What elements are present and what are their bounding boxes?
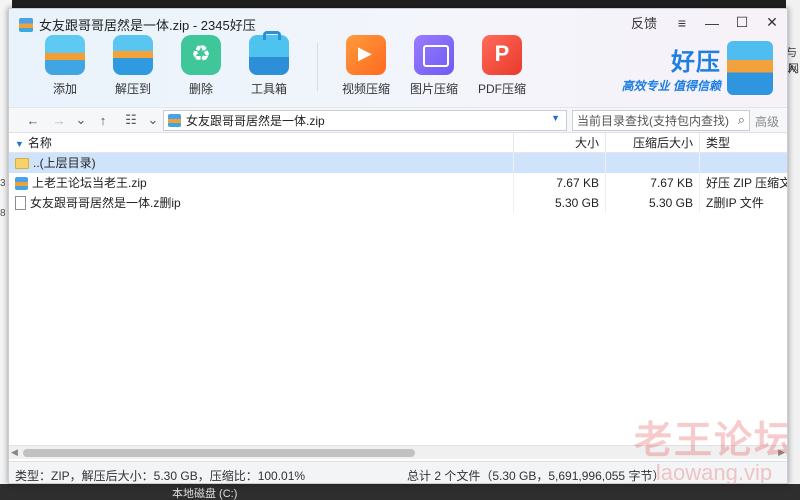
pdf-icon (482, 35, 522, 75)
row-name-cell: ..(上层目录) (9, 153, 514, 173)
folder-icon (15, 157, 29, 169)
path-combobox[interactable]: 女友跟哥哥居然是一体.zip ▼ (163, 110, 567, 131)
toolbar: 添加 解压到 删除 工具箱 视频压缩 图片压缩 (31, 31, 536, 97)
delete-button[interactable]: 删除 (167, 35, 235, 97)
title-bar: 女友跟哥哥居然是一体.zip - 2345好压 反馈 ≡ — ☐ ✕ 添加 解压… (9, 9, 787, 107)
minimize-button[interactable]: — (705, 15, 719, 31)
advanced-search-link[interactable]: 高级 (755, 113, 779, 130)
back-arrow-icon[interactable]: ← (23, 113, 43, 128)
app-icon (19, 17, 33, 32)
column-header-size[interactable]: 大小 (514, 133, 606, 153)
image-compress-label: 图片压缩 (409, 82, 458, 96)
file-name: ..(上层目录) (33, 156, 96, 170)
search-placeholder: 当前目录查找(支持包内查找) (577, 114, 729, 128)
view-chevron-down-icon[interactable]: ⌄ (143, 112, 163, 128)
path-dropdown-icon[interactable]: ▼ (551, 113, 560, 123)
status-bar: 类型：ZIP，解压后大小：5.30 GB，压缩比：100.01% 总计 2 个文… (9, 461, 787, 483)
column-name-label: 名称 (27, 136, 52, 150)
view-list-icon[interactable]: ☷ (121, 112, 141, 128)
brand-slogan: 高效专业 值得信赖 (621, 79, 721, 93)
row-name-cell: 上老王论坛当老王.zip (9, 173, 514, 193)
add-label: 添加 (52, 82, 77, 96)
zip-icon (168, 114, 181, 127)
list-header: ▼ 名称 大小 压缩后大小 类型 (9, 133, 787, 153)
file-compressed-size (606, 153, 700, 173)
add-button[interactable]: 添加 (31, 35, 99, 97)
brand-text: 好压 高效专业 值得信赖 (622, 42, 721, 94)
search-icon[interactable]: ⌕ (738, 112, 745, 128)
table-row[interactable]: ..(上层目录) (9, 153, 787, 173)
close-button[interactable]: ✕ (765, 14, 779, 31)
pdf-compress-button[interactable]: PDF压缩 (468, 35, 536, 97)
haozip-logo-icon (727, 41, 773, 95)
video-icon (346, 35, 386, 75)
file-list: ▼ 名称 大小 压缩后大小 类型 ..(上层目录) 上老王论坛当老王.zip 7.… (9, 133, 788, 463)
toolbox-button[interactable]: 工具箱 (235, 31, 303, 97)
extract-icon (113, 35, 153, 75)
file-compressed-size: 5.30 GB (606, 193, 700, 213)
extract-to-button[interactable]: 解压到 (99, 35, 167, 97)
file-size (514, 153, 606, 173)
column-header-name[interactable]: ▼ 名称 (9, 133, 514, 153)
forward-arrow-icon[interactable]: → (49, 113, 69, 128)
scroll-left-icon[interactable]: ◀ (11, 447, 18, 458)
pdf-compress-label: PDF压缩 (477, 82, 526, 96)
file-compressed-size: 7.67 KB (606, 173, 700, 193)
haozip-window: 女友跟哥哥居然是一体.zip - 2345好压 反馈 ≡ — ☐ ✕ 添加 解压… (8, 8, 788, 484)
scroll-right-icon[interactable]: ▶ (778, 447, 785, 458)
background-text: 网 (788, 63, 799, 75)
file-size: 5.30 GB (514, 193, 606, 213)
zip-icon (15, 176, 28, 190)
status-total: 总计 2 个文件（5.30 GB，5,691,996,055 字节） (407, 469, 665, 483)
menu-icon[interactable]: ≡ (675, 15, 689, 31)
maximize-button[interactable]: ☐ (735, 14, 749, 31)
image-icon (414, 35, 454, 75)
background-text: 3 (0, 178, 6, 189)
drive-label: 本地磁盘 (C:) (172, 488, 238, 500)
row-name-cell: 女友跟哥哥居然是一体.z删ip (9, 193, 514, 213)
brand-name: 好压 (671, 49, 721, 76)
background-taskbar: 本地磁盘 (C:) (0, 484, 800, 500)
column-header-compressed-size[interactable]: 压缩后大小 (606, 133, 700, 153)
recycle-icon (181, 35, 221, 75)
window-title: 女友跟哥哥居然是一体.zip - 2345好压 (19, 15, 256, 34)
scrollbar-thumb[interactable] (23, 449, 415, 457)
file-type: 好压 ZIP 压缩文 (706, 176, 788, 190)
search-input[interactable]: 当前目录查找(支持包内查找) ⌕ (572, 110, 750, 131)
background-text: 8 (0, 208, 6, 219)
path-text: 女友跟哥哥居然是一体.zip (186, 114, 325, 128)
file-icon (15, 196, 26, 210)
up-arrow-icon[interactable]: ↑ (93, 113, 113, 128)
toolbar-divider (317, 43, 318, 91)
desktop-top-strip (0, 0, 800, 8)
feedback-link[interactable]: 反馈 (631, 13, 657, 32)
image-compress-button[interactable]: 图片压缩 (400, 35, 468, 97)
horizontal-scrollbar[interactable]: ◀ ▶ (9, 445, 787, 459)
list-body: ..(上层目录) 上老王论坛当老王.zip 7.67 KB 7.67 KB 好压… (9, 153, 788, 463)
video-compress-label: 视频压缩 (341, 82, 390, 96)
file-name: 女友跟哥哥居然是一体.z删ip (30, 196, 181, 210)
window-controls: 反馈 ≡ — ☐ ✕ (631, 13, 779, 32)
window-title-text: 女友跟哥哥居然是一体.zip - 2345好压 (39, 18, 256, 33)
table-row[interactable]: 女友跟哥哥居然是一体.z删ip 5.30 GB 5.30 GB Z删IP 文件 (9, 193, 787, 213)
file-name: 上老王论坛当老王.zip (32, 176, 147, 190)
add-archive-icon (45, 35, 85, 75)
status-archive-info: 类型：ZIP，解压后大小：5.30 GB，压缩比：100.01% (15, 469, 306, 483)
table-row[interactable]: 上老王论坛当老王.zip 7.67 KB 7.67 KB 好压 ZIP 压缩文 (9, 173, 788, 193)
address-bar: ← → ⌄ ↑ ☷ ⌄ 女友跟哥哥居然是一体.zip ▼ 当前目录查找(支持包内… (9, 107, 787, 133)
file-type (700, 153, 787, 173)
history-chevron-down-icon[interactable]: ⌄ (71, 112, 91, 128)
file-size: 7.67 KB (514, 173, 606, 193)
video-compress-button[interactable]: 视频压缩 (332, 35, 400, 97)
background-window-right: 与入 网 (786, 0, 800, 500)
column-header-type[interactable]: 类型 (700, 133, 787, 153)
toolbox-label: 工具箱 (250, 82, 287, 96)
sort-arrow-icon: ▼ (15, 139, 24, 149)
brand-logo-area: 好压 高效专业 值得信赖 (622, 41, 773, 95)
toolbox-icon (249, 31, 289, 75)
file-type: Z删IP 文件 (706, 196, 764, 210)
extract-label: 解压到 (114, 82, 151, 96)
delete-label: 删除 (188, 82, 213, 96)
